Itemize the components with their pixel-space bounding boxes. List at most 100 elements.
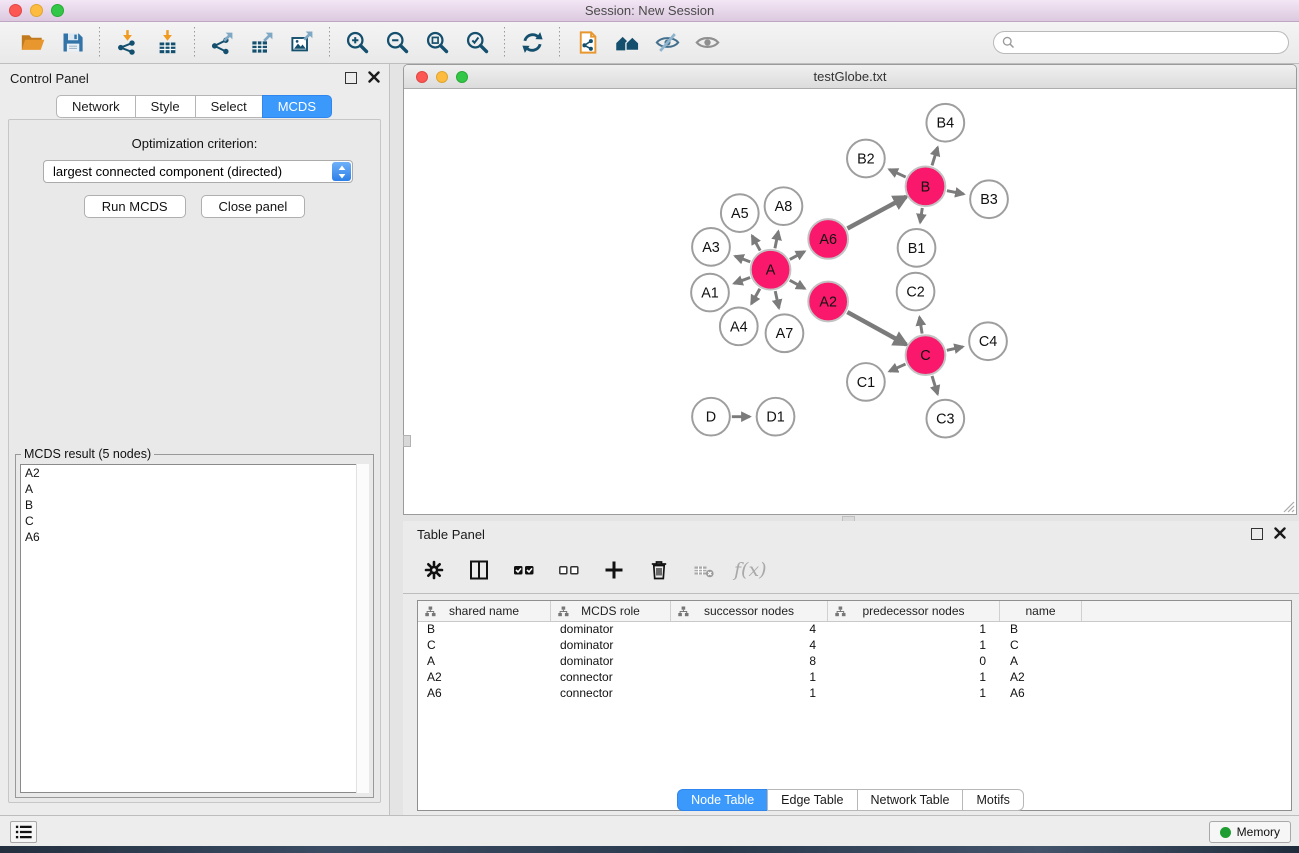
node-A6[interactable]: A6 [808,219,848,259]
edge-A-A3[interactable] [735,256,750,262]
tab-motifs[interactable]: Motifs [962,789,1023,811]
edge-A6-B[interactable] [847,197,906,229]
table-cell[interactable]: 1 [828,638,1000,654]
table-cell[interactable]: 1 [671,670,828,686]
home-views-button[interactable] [607,24,647,62]
close-panel-button[interactable] [367,71,381,85]
column-header-predecessor-nodes[interactable]: predecessor nodes [828,601,1000,621]
import-network-button[interactable] [107,24,147,62]
export-network-button[interactable] [202,24,242,62]
table-row[interactable]: Bdominator41B [418,622,1291,638]
zoom-fit-button[interactable] [417,24,457,62]
show-graphics-details-button[interactable] [687,24,727,62]
table-cell[interactable]: C [418,638,551,654]
zoom-window-button[interactable] [51,4,64,17]
criterion-select[interactable]: largest connected component (directed) [43,160,353,183]
delete-table-button[interactable] [689,555,719,585]
node-A2[interactable]: A2 [808,282,848,322]
table-cell[interactable]: 0 [828,654,1000,670]
node-A[interactable]: A [751,250,791,290]
table-cell[interactable]: 4 [671,638,828,654]
mcds-result-item[interactable]: C [21,513,368,529]
save-session-button[interactable] [52,24,92,62]
edge-A-A2[interactable] [790,280,805,288]
close-view-button[interactable] [416,71,428,83]
import-table-button[interactable] [147,24,187,62]
edge-C-C3[interactable] [932,376,938,394]
node-A1[interactable]: A1 [691,274,729,312]
search-input[interactable] [993,31,1289,54]
mcds-result-item[interactable]: A2 [21,465,368,481]
edge-B-B1[interactable] [920,208,922,222]
node-B[interactable]: B [906,166,946,206]
table-cell[interactable]: dominator [551,638,671,654]
task-history-button[interactable] [10,821,37,843]
table-cell[interactable]: 1 [828,670,1000,686]
tab-edge-table[interactable]: Edge Table [767,789,857,811]
table-cell[interactable]: 1 [828,622,1000,638]
node-A4[interactable]: A4 [720,307,758,345]
table-cell[interactable]: A2 [1000,670,1082,686]
table-cell[interactable]: connector [551,686,671,702]
node-A7[interactable]: A7 [766,314,804,352]
edge-A-A7[interactable] [775,291,779,308]
canvas-left-scroll-handle[interactable] [403,435,411,447]
float-panel-button[interactable] [345,72,357,84]
zoom-in-button[interactable] [337,24,377,62]
close-panel-button-mcds[interactable]: Close panel [201,195,306,218]
node-D1[interactable]: D1 [757,398,795,436]
open-session-button[interactable] [12,24,52,62]
table-cell[interactable]: A6 [1000,686,1082,702]
table-cell[interactable]: dominator [551,654,671,670]
tab-network[interactable]: Network [56,95,136,118]
network-canvas[interactable]: AA1A2A3A4A5A6A7A8BB1B2B3B4CC1C2C3C4DD1 [405,90,1295,513]
mcds-result-item[interactable]: A [21,481,368,497]
edge-C-C4[interactable] [947,347,963,351]
table-cell[interactable]: B [418,622,551,638]
table-cell[interactable]: A [1000,654,1082,670]
network-window-titlebar[interactable]: testGlobe.txt [404,65,1296,89]
minimize-window-button[interactable] [30,4,43,17]
node-C4[interactable]: C4 [969,322,1007,360]
select-all-button[interactable] [509,555,539,585]
apply-layout-button[interactable] [512,24,552,62]
tab-select[interactable]: Select [195,95,263,118]
table-cell[interactable]: A [418,654,551,670]
function-builder-button[interactable]: f(x) [734,559,767,581]
deselect-all-button[interactable] [554,555,584,585]
zoom-view-button[interactable] [456,71,468,83]
export-table-button[interactable] [242,24,282,62]
edge-C-C1[interactable] [889,364,905,371]
copy-network-button[interactable] [567,24,607,62]
table-settings-button[interactable] [419,555,449,585]
node-A5[interactable]: A5 [721,194,759,232]
tab-mcds[interactable]: MCDS [262,95,332,118]
close-window-button[interactable] [9,4,22,17]
edge-A-A6[interactable] [790,252,805,260]
show-columns-button[interactable] [464,555,494,585]
tab-node-table[interactable]: Node Table [677,789,768,811]
table-row[interactable]: A6connector11A6 [418,686,1291,702]
table-cell[interactable]: 1 [828,686,1000,702]
node-C3[interactable]: C3 [926,400,964,438]
tab-network-table[interactable]: Network Table [857,789,964,811]
table-cell[interactable]: A2 [418,670,551,686]
result-scrollbar[interactable] [356,464,369,793]
hide-graphics-details-button[interactable] [647,24,687,62]
mcds-result-item[interactable]: A6 [21,529,368,545]
table-row[interactable]: Adominator80A [418,654,1291,670]
window-resize-grip[interactable] [1281,499,1295,513]
zoom-out-button[interactable] [377,24,417,62]
column-header-successor-nodes[interactable]: successor nodes [671,601,828,621]
edge-B-B4[interactable] [932,147,938,165]
table-cell[interactable]: dominator [551,622,671,638]
edge-A-A4[interactable] [751,289,759,304]
memory-button[interactable]: Memory [1209,821,1291,843]
minimize-view-button[interactable] [436,71,448,83]
tab-style[interactable]: Style [135,95,196,118]
edge-A-A8[interactable] [775,231,778,248]
table-row[interactable]: A2connector11A2 [418,670,1291,686]
mcds-result-item[interactable]: B [21,497,368,513]
close-table-panel-button[interactable] [1273,527,1287,541]
node-A8[interactable]: A8 [765,187,803,225]
